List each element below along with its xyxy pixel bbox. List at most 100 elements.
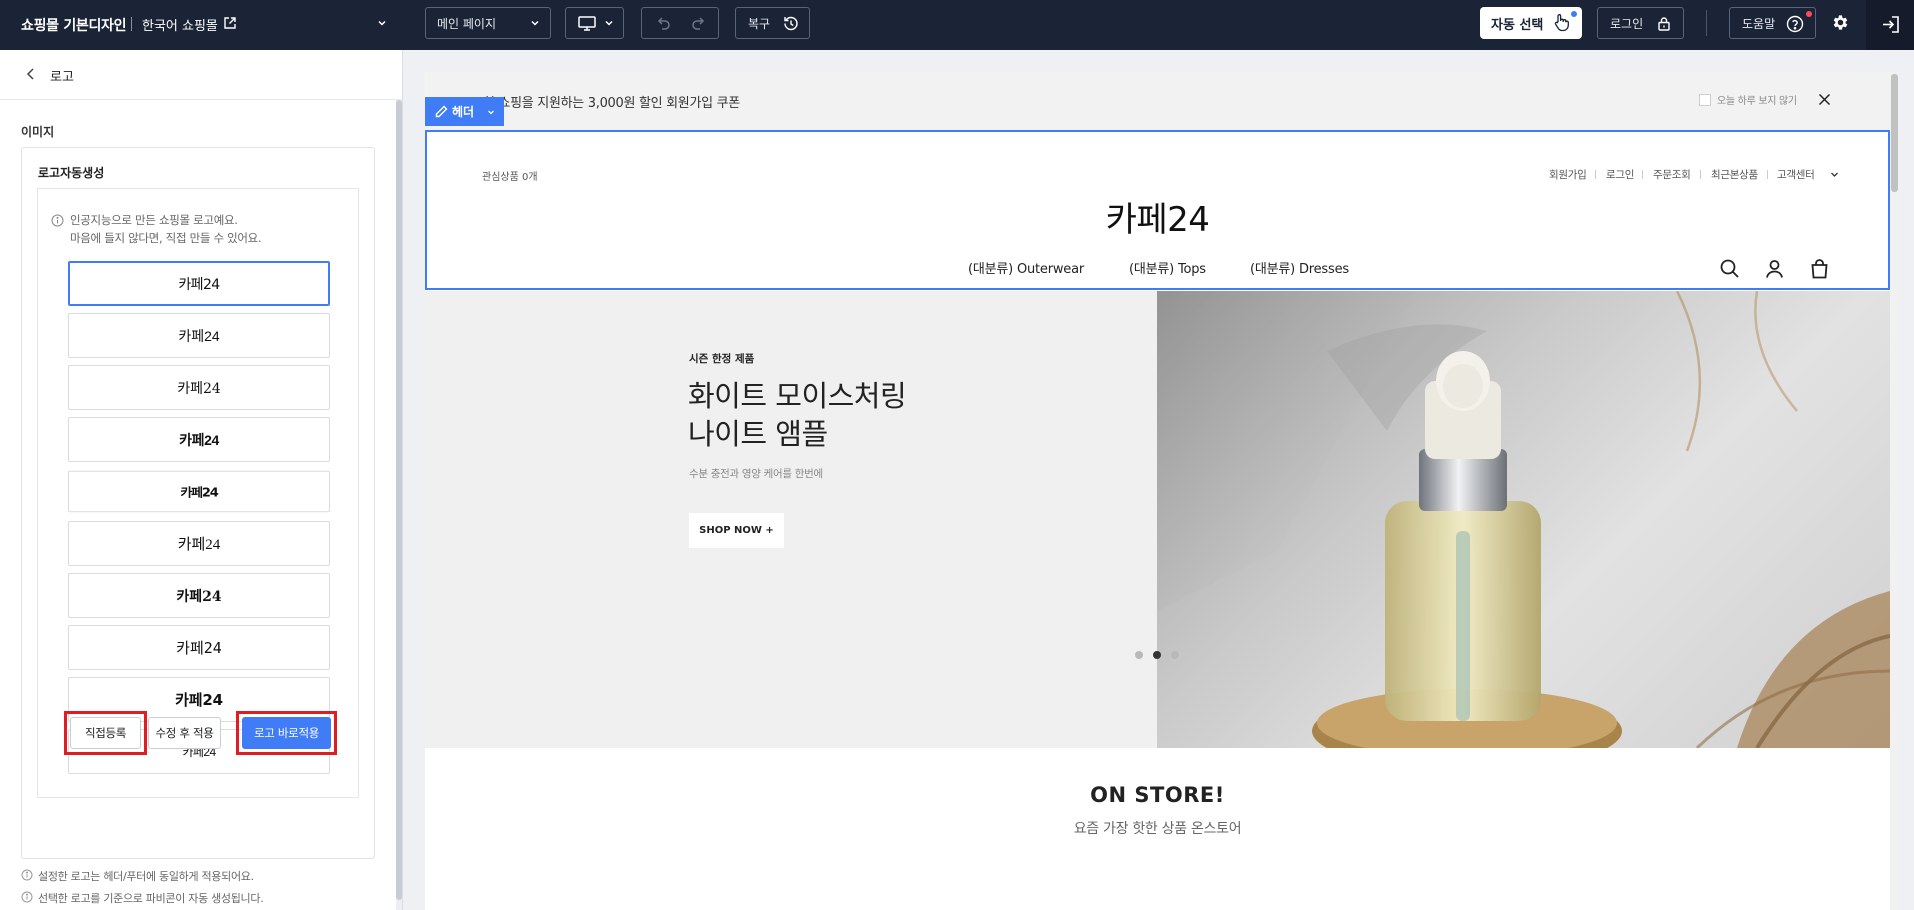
highlight-box [64,711,147,755]
external-link-icon[interactable] [223,16,237,30]
pencil-icon [435,105,448,118]
divider [1642,170,1643,179]
util-link-recent[interactable]: 최근본상품 [1711,167,1758,182]
util-link-support[interactable]: 고객센터 [1777,167,1815,182]
auto-select-label: 자동 선택 [1491,17,1544,33]
logo-option[interactable]: 카페24 [68,521,330,566]
logo-option[interactable]: 카페24 [68,417,330,462]
page-select-value: 메인 페이지 [437,16,497,31]
card-title: 로고자동생성 [38,166,105,180]
note-text: 설정한 로고는 헤더/푸터에 동일하게 적용되어요. [38,870,254,883]
restore-button[interactable]: 복구 [735,7,810,39]
logo-option[interactable]: 카페24 [68,365,330,410]
divider [131,17,132,31]
util-link-login[interactable]: 로그인 [1606,167,1634,182]
chevron-down-icon [488,110,494,115]
help-button[interactable]: 도움말 [1729,7,1816,39]
logo-option[interactable]: 카페24 [68,625,330,670]
store-section-subtitle: 요즘 가장 핫한 상품 온스토어 [1073,821,1242,837]
search-icon[interactable] [1719,258,1740,279]
highlight-box [236,711,337,755]
logo-option[interactable]: 카페24 [68,313,330,358]
info-text: 마음에 들지 않다면, 직접 만들 수 있어요. [70,231,262,245]
notification-dot [1806,11,1812,17]
logo-option[interactable]: 카페24 [68,261,330,306]
logo-option[interactable]: 카페24 [68,470,330,513]
info-icon [51,214,64,227]
auto-select-button[interactable]: 자동 선택 [1480,7,1582,39]
panel-header: 로고 [0,50,402,100]
login-label: 로그인 [1610,16,1644,31]
chevron-left-icon[interactable] [25,67,37,81]
page-select[interactable]: 메인 페이지 [425,7,551,39]
restore-label: 복구 [748,16,771,31]
redo-icon[interactable] [690,15,707,32]
nav-item[interactable]: (대분류) Outerwear [968,258,1084,277]
nav-item[interactable]: (대분류) Dresses [1250,258,1349,277]
chevron-down-icon[interactable] [376,17,388,29]
section-title: 이미지 [21,125,55,139]
shop-now-button[interactable]: SHOP NOW + [689,513,784,548]
chevron-down-icon [605,20,613,26]
divider [1706,10,1707,36]
chevron-down-icon [531,20,539,26]
design-name[interactable]: 쇼핑몰 기본디자인 [21,15,127,35]
hand-pointer-icon [1554,14,1569,32]
slider-dot[interactable] [1171,651,1179,659]
coupon-text[interactable]: 첫 쇼핑을 지원하는 3,000원 할인 회원가입 쿠폰 [483,92,740,111]
divider [1595,170,1596,179]
logo-settings-panel: 로고 이미지 로고자동생성 인공지능으로 만든 쇼핑몰 로고예요. 마음에 들지… [0,50,403,910]
info-text: 인공지능으로 만든 쇼핑몰 로고예요. [70,213,238,227]
coupon-banner: 첫 쇼핑을 지원하는 3,000원 할인 회원가입 쿠폰 오늘 하루 보지 않기 [425,72,1890,130]
hero-product-image [1157,291,1890,748]
divider [1700,170,1701,179]
undo-redo-group [641,7,719,39]
user-icon[interactable] [1764,258,1785,279]
question-circle-icon [1786,15,1804,33]
device-select[interactable] [565,7,624,39]
lock-icon [1658,17,1670,31]
slider-dot-active[interactable] [1153,651,1161,659]
site-logo[interactable]: 카페24 [425,192,1890,241]
divider [1767,170,1768,179]
hero-text-panel [425,291,1157,748]
top-bar: 쇼핑몰 기본디자인 한국어 쇼핑몰 메인 페이지 복구 자동 선택 로그인 도움… [0,0,1914,50]
exit-editor-button[interactable] [1866,0,1914,50]
ampoule-illustration [1157,291,1890,748]
notification-dot [1571,11,1577,17]
logo-options-list: 인공지능으로 만든 쇼핑몰 로고예요. 마음에 들지 않다면, 직접 만들 수 … [37,188,359,798]
panel-title[interactable]: 로고 [50,66,74,85]
info-icon [21,891,33,903]
chevron-down-icon[interactable] [1830,170,1839,179]
note-text: 선택한 로고를 기준으로 파비콘이 자동 생성됩니다. [38,892,264,905]
not-today-checkbox[interactable] [1699,94,1711,106]
store-section-title: ON STORE! [1090,783,1225,807]
help-label: 도움말 [1742,16,1776,31]
hero-title-line: 화이트 모이스처링 [688,379,907,413]
util-link-join[interactable]: 회원가입 [1549,167,1587,182]
hero-title-line: 나이트 앰플 [688,417,828,451]
edit-and-apply-button[interactable]: 수정 후 적용 [148,717,221,749]
history-icon [784,16,798,31]
slider-dot[interactable] [1135,651,1143,659]
not-today-label[interactable]: 오늘 하루 보지 않기 [1717,92,1797,107]
preview-scrollbar-thumb[interactable] [1891,74,1898,192]
panel-scrollbar-thumb[interactable] [396,100,402,900]
mall-name[interactable]: 한국어 쇼핑몰 [142,15,218,34]
header-section-tag[interactable]: 헤더 [425,97,504,126]
info-icon [21,869,33,881]
util-link-orders[interactable]: 주문조회 [1653,167,1691,182]
undo-icon[interactable] [655,15,672,32]
nav-item[interactable]: (대분류) Tops [1129,258,1206,277]
gear-icon[interactable] [1831,13,1850,32]
hero-title: 화이트 모이스처링 나이트 앰플 [688,377,907,453]
shopping-bag-icon[interactable] [1809,258,1830,279]
site-preview: 첫 쇼핑을 지원하는 3,000원 할인 회원가입 쿠폰 오늘 하루 보지 않기… [425,72,1890,910]
preview-scrollbar-track[interactable] [1890,72,1899,910]
hero-kicker: 시즌 한정 제품 [689,353,755,365]
hero-subtitle: 수분 충전과 영양 케어를 한번에 [689,468,823,480]
close-icon[interactable] [1818,93,1831,106]
wishlist-count[interactable]: 관심상품 0개 [482,168,538,183]
logo-option[interactable]: 카페24 [68,573,330,618]
login-button[interactable]: 로그인 [1597,7,1684,39]
